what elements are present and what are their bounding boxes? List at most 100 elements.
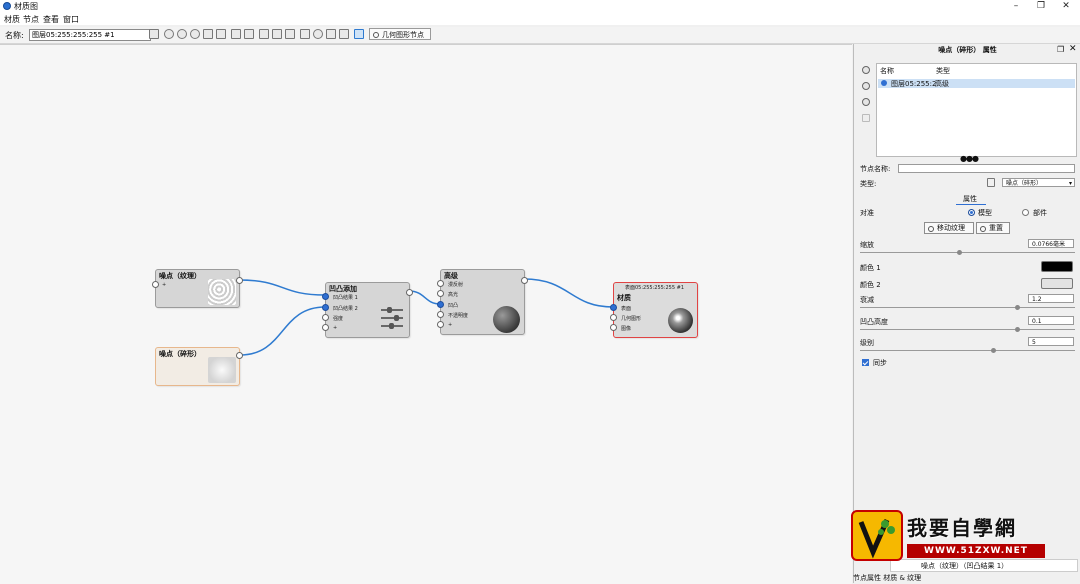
output-port[interactable] <box>236 352 243 359</box>
type-select[interactable]: 噪点（碎形） ▾ <box>1002 178 1075 187</box>
slider-knob[interactable] <box>991 348 997 353</box>
node-graph-canvas[interactable]: 噪点（纹理） + 噪点（碎形） 凹凸添加 凹凸结果 1 凹凸结果 2 强度 + … <box>0 44 852 584</box>
node-bump-add[interactable]: 凹凸添加 凹凸结果 1 凹凸结果 2 强度 + <box>322 282 413 338</box>
slider-knob[interactable] <box>956 250 962 255</box>
input-port[interactable] <box>152 281 159 288</box>
wire-bump-to-advanced <box>408 290 441 305</box>
menu-node[interactable]: 节点 <box>23 14 39 25</box>
copy-icon[interactable] <box>231 29 241 39</box>
input-port-bump-2[interactable] <box>322 304 329 311</box>
scale-field[interactable]: 0.0766毫米 <box>1028 239 1074 248</box>
geometry-node-button[interactable]: 几何图形节点 <box>369 28 431 40</box>
node-noise-texture[interactable]: 噪点（纹理） + <box>152 269 243 308</box>
level-slider[interactable] <box>860 348 1075 353</box>
output-port[interactable] <box>406 289 413 296</box>
input-port-strength[interactable] <box>322 314 329 321</box>
bottom-item-label: 噪点（纹理）（凹凸结果 1） <box>921 562 1009 570</box>
layer-row[interactable]: 图层05:255:2 高级 <box>878 79 1075 88</box>
texture-preview <box>208 279 236 305</box>
save-icon[interactable] <box>149 29 159 39</box>
add-layer-icon[interactable] <box>862 66 870 74</box>
duplicate-layer-icon[interactable] <box>862 82 870 90</box>
connect-icon[interactable] <box>300 29 310 39</box>
panel-close-icon[interactable]: ✕ <box>1069 44 1077 54</box>
slider-knob[interactable] <box>1014 305 1020 310</box>
node-name-field[interactable] <box>898 164 1075 173</box>
column-header-type[interactable]: 类型 <box>936 66 950 76</box>
zoom-icon[interactable] <box>313 29 323 39</box>
pin-icon[interactable] <box>354 29 364 39</box>
close-button[interactable]: ✕ <box>1053 0 1079 13</box>
color2-label: 颜色 2 <box>860 281 881 289</box>
level-field[interactable]: 5 <box>1028 337 1074 346</box>
radio-part[interactable] <box>1022 209 1029 216</box>
menu-window[interactable]: 窗口 <box>63 14 79 25</box>
node-advanced[interactable]: 高级 漫反射 高光 凹凸 不透明度 + <box>437 269 528 335</box>
material-ball-icon[interactable] <box>164 29 174 39</box>
node-title: 材质 <box>617 294 631 302</box>
splitter-handle[interactable]: ●●● <box>960 154 979 163</box>
sphere-icon[interactable] <box>177 29 187 39</box>
node-title: 凹凸添加 <box>329 285 357 293</box>
logo-url: WWW.51ZXW.NET <box>907 544 1045 558</box>
input-port-opacity[interactable] <box>437 311 444 318</box>
delete-icon[interactable] <box>244 29 254 39</box>
panel-icon[interactable] <box>339 29 349 39</box>
fit-icon[interactable] <box>326 29 336 39</box>
target-icon[interactable] <box>190 29 200 39</box>
sync-checkbox[interactable] <box>862 359 869 366</box>
node-material[interactable]: 表面05:255:255:255 #1 材质 表面 几何图形 图像 <box>610 282 698 338</box>
maximize-button[interactable]: ❐ <box>1028 0 1054 13</box>
type-label: 类型: <box>860 180 877 188</box>
decay-slider[interactable] <box>860 305 1075 310</box>
slider-knob[interactable] <box>1014 327 1020 332</box>
menu-material[interactable]: 材质 <box>4 14 20 25</box>
logo-emblem <box>851 510 903 561</box>
level-label: 级别 <box>860 339 874 347</box>
panel-float-icon[interactable]: ❐ <box>1057 45 1064 54</box>
scale-slider[interactable] <box>860 250 1075 255</box>
minimize-button[interactable]: – <box>1003 0 1029 13</box>
input-port-add[interactable] <box>322 324 329 331</box>
input-port-diffuse[interactable] <box>437 280 444 287</box>
tab-properties[interactable]: 属性 <box>963 194 977 204</box>
decay-field[interactable]: 1.2 <box>1028 294 1074 303</box>
reset-button[interactable]: 重置 <box>976 222 1010 234</box>
color2-swatch[interactable] <box>1041 278 1073 289</box>
menu-view[interactable]: 查看 <box>43 14 59 25</box>
output-port[interactable] <box>236 277 243 284</box>
color1-swatch[interactable] <box>1041 261 1073 272</box>
trash-icon[interactable] <box>862 114 870 122</box>
column-header-name[interactable]: 名称 <box>880 66 894 76</box>
tab-underline <box>956 204 986 205</box>
warning-icon[interactable] <box>216 29 226 39</box>
arrange-all-icon[interactable] <box>272 29 282 39</box>
output-port[interactable] <box>521 277 528 284</box>
input-port-add[interactable] <box>437 321 444 328</box>
input-port-image[interactable] <box>610 324 617 331</box>
input-port-specular[interactable] <box>437 290 444 297</box>
port-label: 漫反射 <box>448 282 464 288</box>
port-label: 高光 <box>448 292 459 298</box>
menu-bar: 材质 节点 查看 窗口 <box>0 13 1080 25</box>
input-port-bump-1[interactable] <box>322 293 329 300</box>
port-label: 凹凸结果 2 <box>333 306 358 312</box>
visibility-icon[interactable] <box>881 80 887 86</box>
align-icon[interactable] <box>203 29 213 39</box>
layer-list[interactable]: 名称 类型 图层05:255:2 高级 <box>876 63 1077 157</box>
swap-layer-icon[interactable] <box>862 98 870 106</box>
layout-icon[interactable] <box>285 29 295 39</box>
input-port-bump[interactable] <box>437 301 444 308</box>
move-texture-button[interactable]: 移动纹理 <box>924 222 974 234</box>
bump-height-field[interactable]: 0.1 <box>1028 316 1074 325</box>
name-input[interactable] <box>29 29 151 41</box>
port-label: 不透明度 <box>448 313 469 319</box>
bump-height-slider[interactable] <box>860 327 1075 332</box>
arrange-icon[interactable] <box>259 29 269 39</box>
input-port-geometry[interactable] <box>610 314 617 321</box>
radio-model[interactable] <box>968 209 975 216</box>
trash-icon[interactable] <box>987 178 995 187</box>
app-icon <box>3 2 11 10</box>
input-port-surface[interactable] <box>610 304 617 311</box>
node-noise-shadow[interactable]: 噪点（碎形） <box>155 347 243 386</box>
